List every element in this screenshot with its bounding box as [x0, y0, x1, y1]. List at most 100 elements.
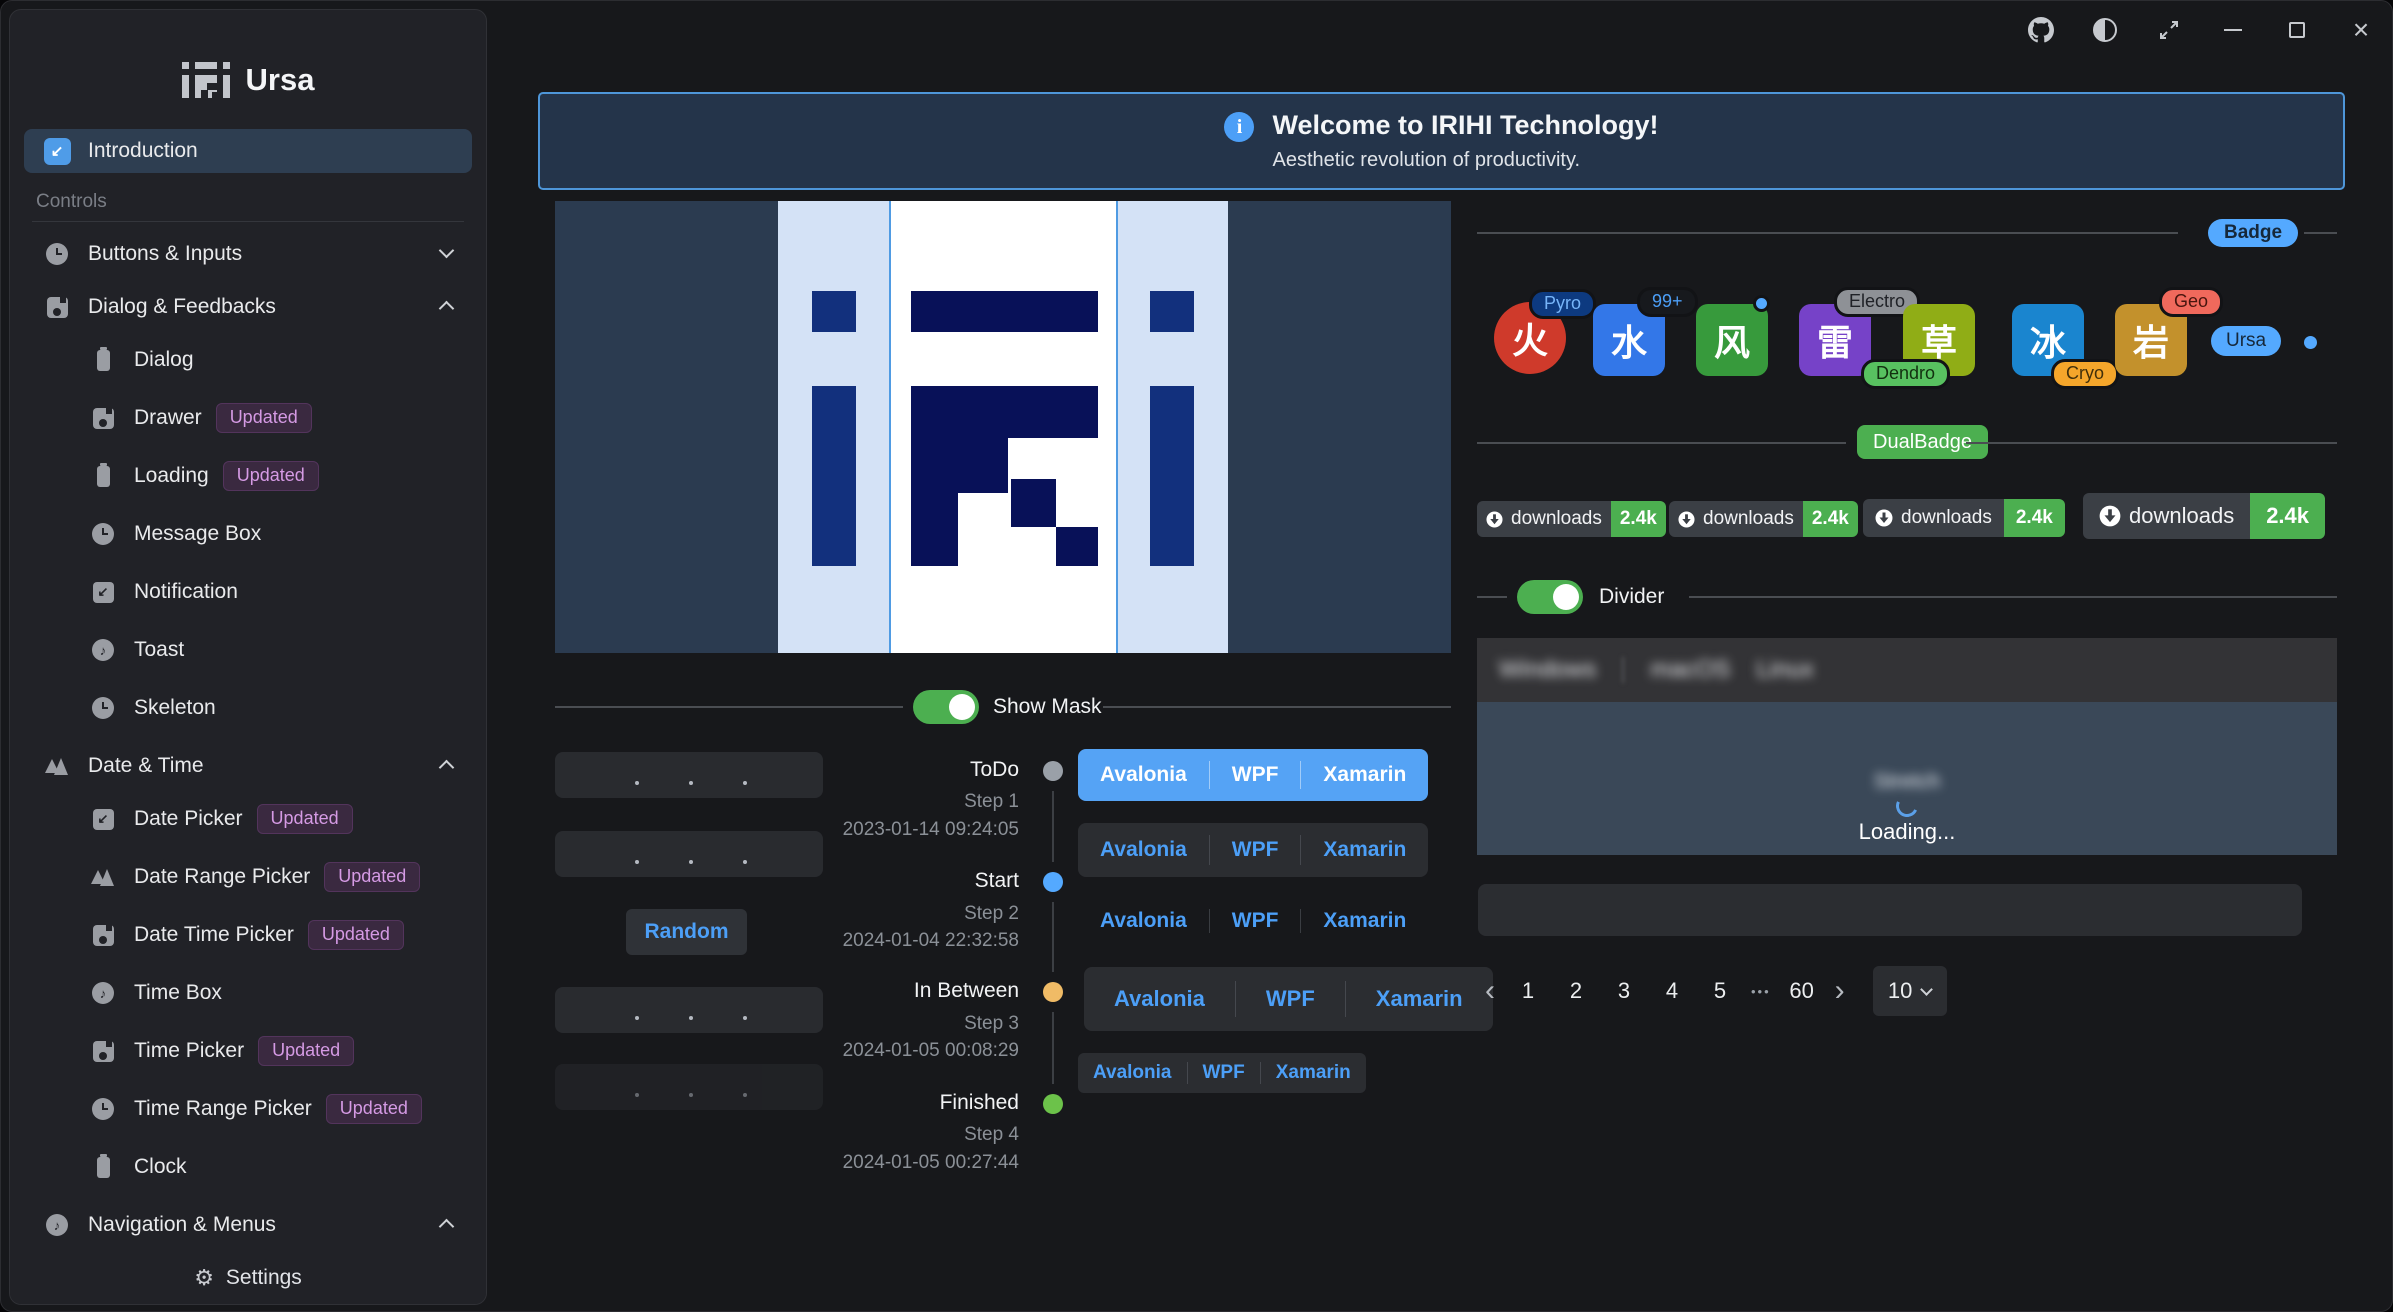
sidebar-item-toast[interactable]: ♪ Toast: [24, 628, 472, 672]
chevron-down-icon: [439, 243, 455, 259]
sidebar-item-label: Date Range Picker: [134, 865, 310, 889]
tab-macos[interactable]: macOS: [1650, 656, 1730, 684]
pagination-page-2[interactable]: 2: [1559, 978, 1593, 1004]
dual-badge-value: 2.4k: [2004, 499, 2065, 537]
pagination-next[interactable]: ›: [1833, 976, 1847, 1006]
show-mask-toggle[interactable]: [913, 690, 979, 724]
updated-badge: Updated: [216, 403, 312, 434]
pagination-page-1[interactable]: 1: [1511, 978, 1545, 1004]
group-button-xamarin[interactable]: Xamarin: [1301, 909, 1428, 933]
sidebar-item-skeleton[interactable]: Skeleton: [24, 686, 472, 730]
badge-item: 风: [1696, 304, 1768, 376]
theme-toggle-icon[interactable]: [2088, 13, 2122, 47]
dual-badge: downloads2.4k: [1863, 499, 2065, 537]
pagination-page-4[interactable]: 4: [1655, 978, 1689, 1004]
show-mask-label: Show Mask: [993, 695, 1102, 719]
sidebar-item-notification[interactable]: ↙Notification: [24, 570, 472, 614]
timeline-dot: [1043, 872, 1063, 892]
sidebar-item-time-range-picker[interactable]: Time Range PickerUpdated: [24, 1087, 472, 1131]
sidebar-item-date-time-picker[interactable]: Date Time PickerUpdated: [24, 913, 472, 957]
sidebar-item-label: Toast: [134, 638, 184, 662]
timeline-step-date: 2024-01-05 00:27:44: [769, 1152, 1019, 1174]
group-button-wpf[interactable]: WPF: [1210, 838, 1301, 862]
tab-windows[interactable]: Windows: [1499, 656, 1596, 684]
dual-badge-label: downloads: [1477, 501, 1611, 537]
group-button-avalonia[interactable]: Avalonia: [1078, 763, 1209, 787]
dual-badge-label: downloads: [1669, 501, 1803, 537]
sidebar-item-navigation-menus[interactable]: ♪Navigation & Menus: [24, 1203, 472, 1247]
divider-toggle[interactable]: [1517, 580, 1583, 614]
group-button-xamarin[interactable]: Xamarin: [1346, 986, 1493, 1012]
maximize-icon[interactable]: [2280, 13, 2314, 47]
github-icon[interactable]: [2024, 13, 2058, 47]
ursa-badge-pill: Ursa: [2211, 326, 2281, 356]
group-button-wpf[interactable]: WPF: [1210, 909, 1301, 933]
badge-label: Dendro: [1861, 359, 1950, 389]
sidebar-item-message-box[interactable]: Message Box: [24, 512, 472, 556]
sidebar-item-label: Buttons & Inputs: [88, 242, 242, 266]
dual-badge-value: 2.4k: [2250, 493, 2325, 539]
pagination-page-5[interactable]: 5: [1703, 978, 1737, 1004]
mask-demo-image: [555, 201, 1451, 653]
sidebar-item-time-box[interactable]: ♪Time Box: [24, 971, 472, 1015]
badge-item-char: 雷: [1817, 314, 1853, 366]
sidebar-item-date-picker[interactable]: ↙Date PickerUpdated: [24, 797, 472, 841]
sidebar-item-date-range-picker[interactable]: Date Range PickerUpdated: [24, 855, 472, 899]
sidebar-item-time-picker[interactable]: Time PickerUpdated: [24, 1029, 472, 1073]
group-button-xamarin[interactable]: Xamarin: [1261, 1062, 1366, 1084]
stretch-label: Stretch: [1477, 770, 2337, 794]
pagination-page-last[interactable]: 60: [1785, 978, 1819, 1004]
sidebar-item-loading[interactable]: LoadingUpdated: [24, 454, 472, 498]
timeline-dot: [1043, 982, 1063, 1002]
pagination-page-3[interactable]: 3: [1607, 978, 1641, 1004]
sidebar-item-clock[interactable]: Clock: [24, 1145, 472, 1189]
sidebar-item-buttons-inputs[interactable]: Buttons & Inputs: [24, 232, 472, 276]
note-icon: ♪: [88, 639, 118, 661]
expand-icon[interactable]: [2152, 13, 2186, 47]
group-button-avalonia[interactable]: Avalonia: [1084, 986, 1235, 1012]
group-button-xamarin[interactable]: Xamarin: [1301, 763, 1428, 787]
pagination-prev[interactable]: ‹: [1483, 976, 1497, 1006]
logo-block: [1150, 291, 1194, 332]
sidebar-item-dialog[interactable]: Dialog: [24, 338, 472, 382]
close-icon[interactable]: ×: [2344, 13, 2378, 47]
dot-separator: [689, 1016, 693, 1020]
divider-toggle-label: Divider: [1599, 585, 1664, 609]
group-button-avalonia[interactable]: Avalonia: [1078, 1062, 1187, 1084]
dual-badge: downloads2.4k: [1477, 501, 1666, 537]
group-button-xamarin[interactable]: Xamarin: [1301, 838, 1428, 862]
gear-icon: ⚙: [194, 1265, 214, 1291]
sidebar-item-dialog-feedbacks[interactable]: Dialog & Feedbacks: [24, 285, 472, 329]
random-button[interactable]: Random: [626, 909, 747, 955]
download-icon-label: downloads: [1511, 508, 1602, 530]
loading-panel-tabs: Windows macOS Linux: [1477, 638, 2337, 702]
page-size-dropdown[interactable]: 10: [1873, 966, 1947, 1016]
group-button-avalonia[interactable]: Avalonia: [1078, 909, 1209, 933]
group-button-wpf[interactable]: WPF: [1210, 763, 1301, 787]
sidebar-item-drawer[interactable]: DrawerUpdated: [24, 396, 472, 440]
badge-item-char: 火: [1512, 312, 1548, 364]
group-button-wpf[interactable]: WPF: [1236, 986, 1345, 1012]
timeline-step-name: Step 1: [769, 791, 1019, 813]
sidebar-item-introduction[interactable]: ↙Introduction: [24, 129, 472, 173]
sidebar-group-label-text: Controls: [36, 191, 107, 213]
timeline-connector: [1052, 791, 1054, 862]
floppy-icon: [42, 297, 72, 318]
banner-title: Welcome to IRIHI Technology!: [1272, 110, 1658, 141]
badge-label: Geo: [2159, 287, 2223, 317]
tab-linux[interactable]: Linux: [1756, 656, 1813, 684]
chevron-down-icon: [1921, 983, 1934, 996]
sidebar-nav: ↙Introduction Controls Buttons & Inputs Dia…: [10, 129, 486, 1275]
logo-block: [911, 493, 958, 566]
group-button-wpf[interactable]: WPF: [1188, 1062, 1260, 1084]
mask-line-right: [1116, 201, 1118, 653]
minimize-icon[interactable]: [2216, 13, 2250, 47]
sidebar-item-date-time[interactable]: Date & Time: [24, 744, 472, 788]
settings-button[interactable]: ⚙ Settings: [10, 1252, 486, 1304]
dual-badge: downloads2.4k: [1669, 501, 1858, 537]
group-button-avalonia[interactable]: Avalonia: [1078, 838, 1209, 862]
clock-icon: [88, 1098, 118, 1120]
battery-icon: [88, 466, 118, 487]
timeline-connector: [1052, 902, 1054, 972]
empty-input[interactable]: [1478, 884, 2302, 936]
